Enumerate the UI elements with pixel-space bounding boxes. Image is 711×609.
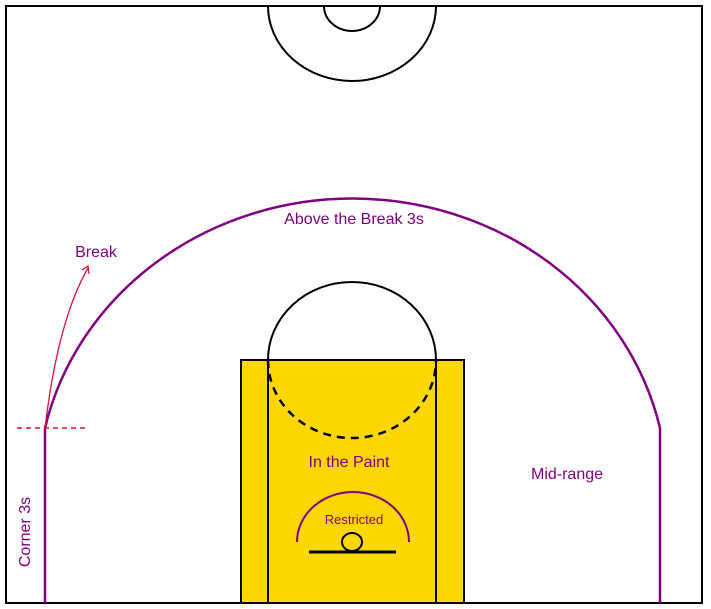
mid-range-label: Mid-range: [531, 466, 603, 483]
restricted-label: Restricted: [325, 512, 384, 527]
court-diagram: Above the Break 3s Break Corner 3s In th…: [5, 5, 703, 604]
corner-3s-label: Corner 3s: [17, 497, 34, 567]
paint-label: In the Paint: [309, 454, 391, 471]
above-break-label: Above the Break 3s: [284, 211, 424, 228]
paint-area: [240, 359, 465, 604]
break-label: Break: [75, 244, 118, 261]
